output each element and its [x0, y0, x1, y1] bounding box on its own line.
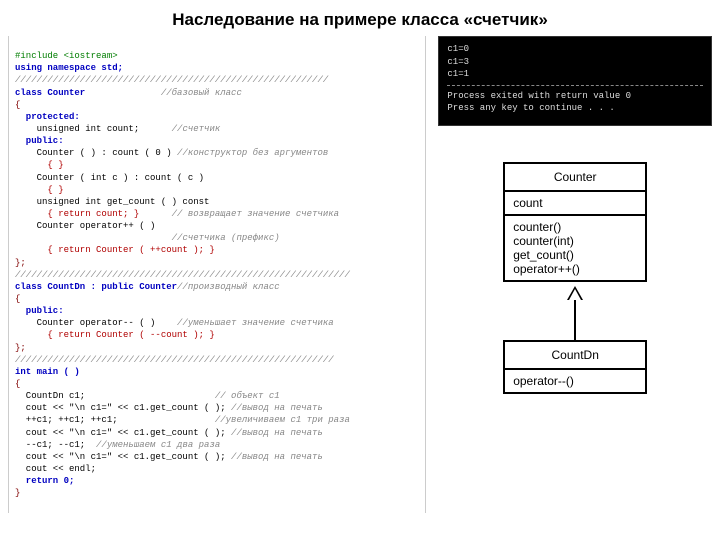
cl-opinc-cmt2: //счетчика (префикс): [15, 233, 280, 243]
cl-ctor0: Counter ( ) : count ( 0 ) //конструктор …: [15, 148, 328, 158]
console-output: c1=0 c1=3 c1=1 Process exited with retur…: [438, 36, 712, 126]
slide-title: Наследование на примере класса «счетчик»: [0, 0, 720, 36]
cl-class-counter: class Counter //базовый класс: [15, 88, 242, 98]
uml-method: counter(int): [513, 234, 637, 248]
inheritance-arrow-icon: [567, 286, 583, 300]
uml-counter-attr: count: [505, 192, 645, 216]
cl-count-decl: unsigned int count; //счетчик: [15, 124, 220, 134]
cl-ctor1-body: { }: [15, 185, 64, 195]
cl-sep2: ////////////////////////////////////////…: [15, 270, 350, 280]
cl-opinc-body: { return Counter ( ++count ); }: [15, 245, 215, 255]
cl-cout2: cout << "\n c1=" << c1.get_count ( ); //…: [15, 428, 323, 438]
uml-counter-methods: counter() counter(int) get_count() opera…: [505, 216, 645, 280]
cl-inc3: ++c1; ++c1; ++c1; //увеличиваем c1 три р…: [15, 415, 350, 425]
cl-brace-open: {: [15, 100, 20, 110]
uml-counter-title: Counter: [505, 164, 645, 192]
cl-cout1: cout << "\n c1=" << c1.get_count ( ); //…: [15, 403, 323, 413]
cl-ctor0-body: { }: [15, 160, 64, 170]
console-line: c1=1: [447, 68, 703, 81]
cl-sep1: ////////////////////////////////////////…: [15, 75, 328, 85]
cl-brace-close3: }: [15, 488, 20, 498]
cl-dec2: --c1; --c1; //уменьшаем c1 два раза: [15, 440, 220, 450]
cl-return: return 0;: [15, 476, 74, 486]
console-line: c1=3: [447, 56, 703, 69]
right-column: c1=0 c1=3 c1=1 Process exited with retur…: [438, 36, 712, 513]
uml-class-countdn: CountDn operator--(): [503, 340, 647, 394]
uml-method: counter(): [513, 220, 637, 234]
console-line: Process exited with return value 0: [447, 90, 703, 103]
cl-brace-open3: {: [15, 379, 20, 389]
cl-class-countdn: class CountDn : public Counter//производ…: [15, 282, 280, 292]
cl-c1-decl: CountDn c1; // объект c1: [15, 391, 280, 401]
cl-public2: public:: [15, 306, 64, 316]
cl-include: #include <iostream>: [15, 51, 118, 61]
cl-opdec: Counter operator-- ( ) //уменьшает значе…: [15, 318, 334, 328]
uml-diagram: Counter count counter() counter(int) get…: [438, 162, 712, 394]
cl-main: int main ( ): [15, 367, 80, 377]
cl-opdec-body: { return Counter ( --count ); }: [15, 330, 215, 340]
cl-opinc: Counter operator++ ( ): [15, 221, 172, 231]
console-divider: [447, 85, 703, 86]
console-line: Press any key to continue . . .: [447, 102, 703, 115]
main-layout: #include <iostream> using namespace std;…: [0, 36, 720, 521]
cl-public1: public:: [15, 136, 64, 146]
code-panel: #include <iostream> using namespace std;…: [8, 36, 426, 513]
inheritance-line: [574, 300, 576, 340]
cl-using: using namespace std;: [15, 63, 123, 73]
uml-method: operator++(): [513, 262, 637, 276]
uml-method: operator--(): [513, 374, 637, 388]
cl-class-close: };: [15, 258, 26, 268]
cl-getcount: unsigned int get_count ( ) const: [15, 197, 209, 207]
cl-protected: protected:: [15, 112, 80, 122]
uml-method: get_count(): [513, 248, 637, 262]
uml-countdn-methods: operator--(): [505, 370, 645, 392]
cl-class-close2: };: [15, 343, 26, 353]
cl-endl: cout << endl;: [15, 464, 96, 474]
uml-class-counter: Counter count counter() counter(int) get…: [503, 162, 647, 282]
cl-sep3: ////////////////////////////////////////…: [15, 355, 334, 365]
cl-ctor1: Counter ( int c ) : count ( c ): [15, 173, 204, 183]
cl-brace-open2: {: [15, 294, 20, 304]
cl-cout3: cout << "\n c1=" << c1.get_count ( ); //…: [15, 452, 323, 462]
uml-countdn-title: CountDn: [505, 342, 645, 370]
cl-getcount-body: { return count; } // возвращает значение…: [15, 209, 339, 219]
console-line: c1=0: [447, 43, 703, 56]
